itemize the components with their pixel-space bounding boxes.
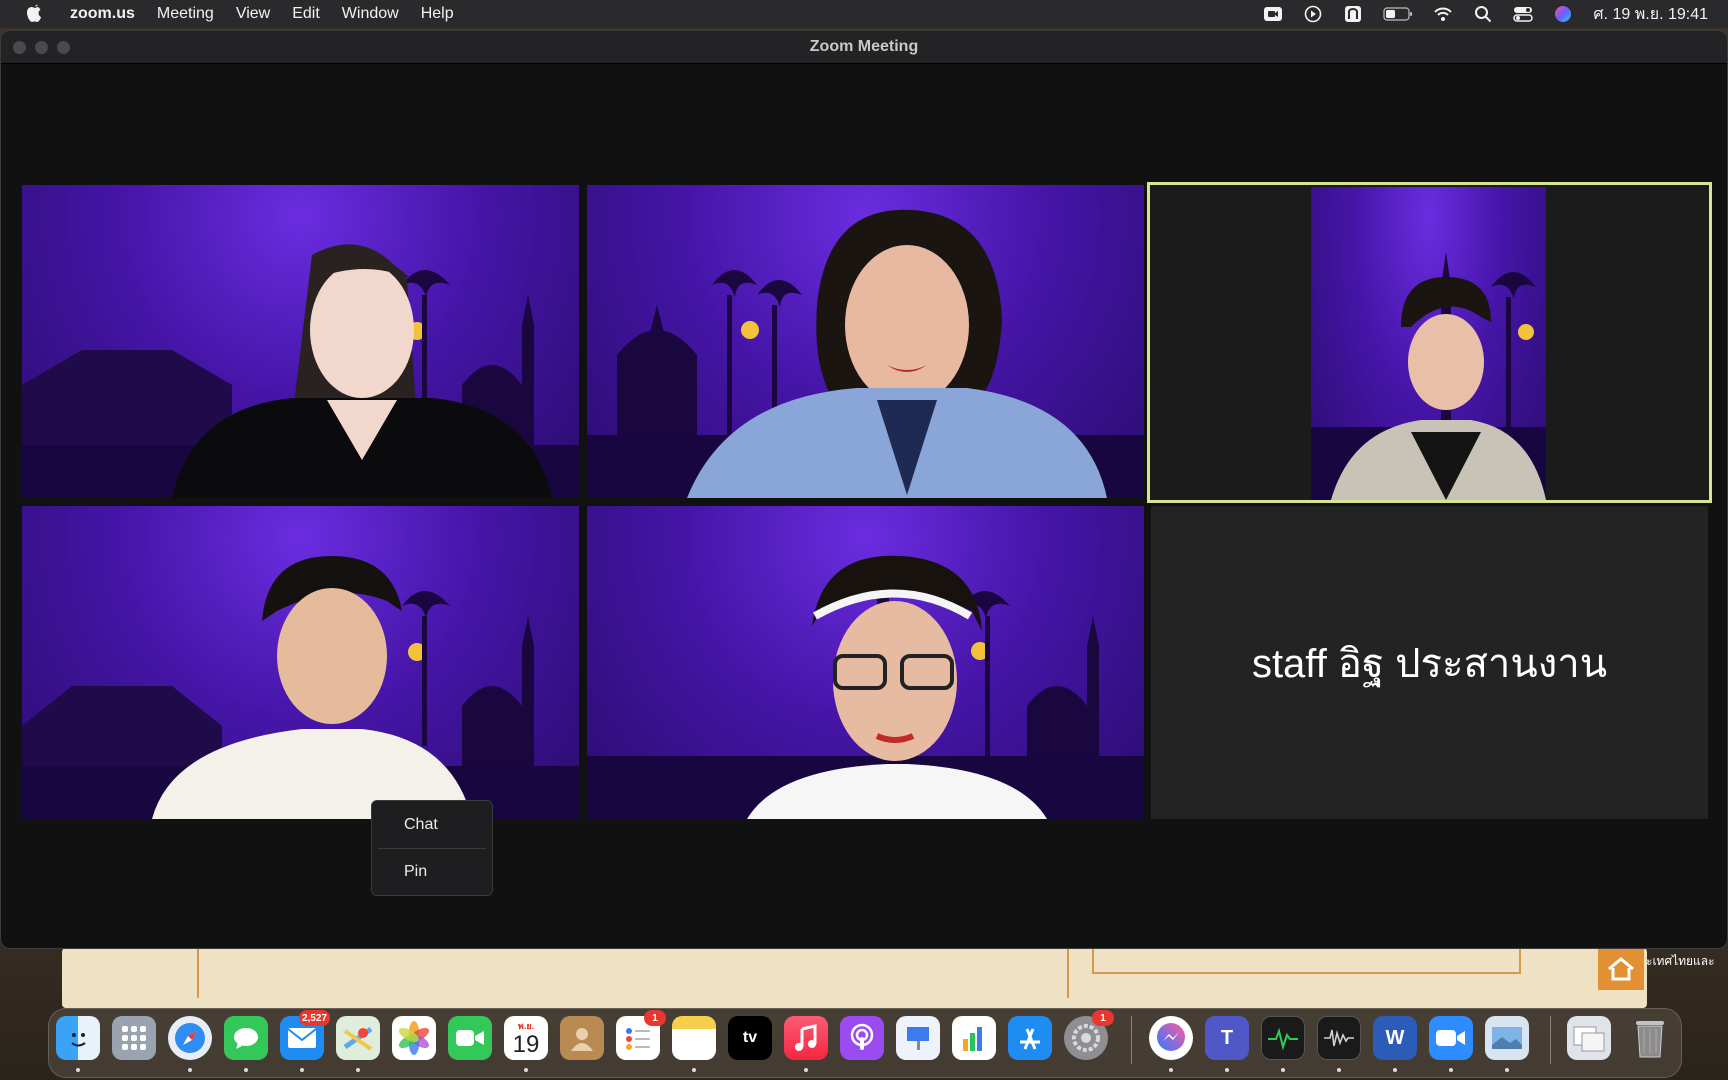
menu-edit[interactable]: Edit bbox=[292, 5, 320, 23]
calendar-icon[interactable]: พ.ย. 19 bbox=[504, 1016, 548, 1060]
calendar-day: 19 bbox=[512, 1031, 540, 1058]
messenger-icon[interactable] bbox=[1149, 1016, 1193, 1060]
active-speaker-border bbox=[1147, 182, 1712, 503]
system-preferences-icon[interactable]: 1 bbox=[1064, 1010, 1114, 1060]
background-partial-text: ะเทศไทยและ bbox=[1646, 954, 1715, 968]
messages-icon[interactable] bbox=[224, 1016, 268, 1060]
downloads-stack-icon[interactable] bbox=[1567, 1016, 1611, 1060]
mail-badge: 2,527 bbox=[298, 1010, 330, 1026]
app-store-icon[interactable] bbox=[1008, 1016, 1052, 1060]
siri-icon[interactable] bbox=[1553, 5, 1573, 23]
participant-video-off-tile[interactable]: staff อิฐ ประสานงาน bbox=[1151, 506, 1708, 819]
contacts-icon[interactable] bbox=[560, 1016, 604, 1060]
battery-icon[interactable] bbox=[1383, 5, 1413, 23]
zoom-camera-icon[interactable] bbox=[1263, 5, 1283, 23]
dock-separator bbox=[1131, 1016, 1132, 1064]
running-indicator bbox=[804, 1068, 808, 1072]
participant-video-tile-active[interactable] bbox=[1147, 182, 1712, 503]
teams-label: T bbox=[1220, 1026, 1234, 1049]
reminders-badge: 1 bbox=[644, 1010, 666, 1026]
participant-video-tile[interactable] bbox=[22, 185, 579, 498]
safari-icon[interactable] bbox=[168, 1016, 212, 1060]
launchpad-icon[interactable] bbox=[112, 1016, 156, 1060]
menu-bar: zoom.us Meeting View Edit Window Help ศ.… bbox=[0, 0, 1728, 28]
spotlight-search-icon[interactable] bbox=[1473, 5, 1493, 23]
wifi-icon[interactable] bbox=[1433, 5, 1453, 23]
word-label: W bbox=[1385, 1026, 1405, 1049]
participant-video-tile[interactable] bbox=[587, 506, 1144, 819]
app-menu-zoom[interactable]: zoom.us bbox=[70, 5, 135, 23]
menu-help[interactable]: Help bbox=[421, 5, 454, 23]
running-indicator bbox=[692, 1068, 696, 1072]
running-indicator bbox=[1225, 1068, 1229, 1072]
participant-woman-blue-blouse bbox=[687, 209, 1107, 498]
numbers-icon[interactable] bbox=[952, 1016, 996, 1060]
zoom-icon[interactable] bbox=[1429, 1016, 1473, 1060]
running-indicator bbox=[244, 1068, 248, 1072]
home-icon bbox=[1598, 948, 1644, 990]
menu-meeting[interactable]: Meeting bbox=[157, 5, 214, 23]
podcasts-icon[interactable] bbox=[840, 1016, 884, 1060]
participant-video-tile[interactable] bbox=[587, 185, 1144, 498]
menu-item-pin[interactable]: Pin bbox=[404, 863, 427, 881]
finder-icon[interactable] bbox=[56, 1016, 100, 1060]
menu-window[interactable]: Window bbox=[342, 5, 399, 23]
mail-icon[interactable]: 2,527 bbox=[280, 1010, 330, 1060]
running-indicator bbox=[1505, 1068, 1509, 1072]
keyboard-input-thai-icon[interactable] bbox=[1343, 5, 1363, 23]
running-indicator bbox=[300, 1068, 304, 1072]
window-title: Zoom Meeting bbox=[809, 38, 919, 55]
microsoft-word-icon[interactable]: W bbox=[1373, 1016, 1417, 1060]
participant-video-tile[interactable] bbox=[22, 506, 579, 819]
preview-icon[interactable] bbox=[1485, 1016, 1529, 1060]
voice-memos-icon[interactable] bbox=[1317, 1016, 1361, 1060]
notes-icon[interactable] bbox=[672, 1016, 716, 1060]
menu-view[interactable]: View bbox=[236, 5, 270, 23]
reminders-icon[interactable]: 1 bbox=[616, 1010, 666, 1060]
running-indicator bbox=[524, 1068, 528, 1072]
running-indicator bbox=[356, 1068, 360, 1072]
settings-badge: 1 bbox=[1092, 1010, 1114, 1026]
window-titlebar: Zoom Meeting bbox=[1, 31, 1727, 64]
participant-context-menu: Chat Pin bbox=[371, 800, 493, 896]
running-indicator bbox=[1169, 1068, 1173, 1072]
running-indicator bbox=[76, 1068, 80, 1072]
menu-item-chat[interactable]: Chat bbox=[404, 816, 438, 834]
dock-separator bbox=[1550, 1016, 1551, 1064]
keynote-icon[interactable] bbox=[896, 1016, 940, 1060]
running-indicator bbox=[1337, 1068, 1341, 1072]
control-center-icon[interactable] bbox=[1513, 5, 1534, 23]
participant-woman-black-dress bbox=[172, 244, 552, 498]
background-window bbox=[62, 948, 1647, 1008]
participant-woman-glasses bbox=[747, 555, 1047, 819]
running-indicator bbox=[1393, 1068, 1397, 1072]
tv-label: tv bbox=[742, 1029, 758, 1046]
running-indicator bbox=[188, 1068, 192, 1072]
menubar-clock[interactable]: ศ. 19 พ.ย. 19:41 bbox=[1593, 2, 1708, 27]
zoom-meeting-window: Zoom Meeting staff อิฐ ประสานงาน bbox=[0, 30, 1728, 949]
participant-name: staff อิฐ ประสานงาน bbox=[1251, 641, 1608, 686]
maps-icon[interactable] bbox=[336, 1016, 380, 1060]
facetime-icon[interactable] bbox=[448, 1016, 492, 1060]
apple-tv-icon[interactable]: tv bbox=[728, 1016, 772, 1060]
trash-icon[interactable] bbox=[1628, 1016, 1672, 1060]
participant-man-white-shirt bbox=[152, 556, 472, 819]
apple-logo-icon[interactable] bbox=[24, 3, 46, 25]
play-circle-icon[interactable] bbox=[1303, 5, 1323, 23]
running-indicator bbox=[1281, 1068, 1285, 1072]
running-indicator bbox=[1449, 1068, 1453, 1072]
teams-icon[interactable]: T bbox=[1205, 1016, 1249, 1060]
activity-monitor-icon[interactable] bbox=[1261, 1016, 1305, 1060]
music-icon[interactable] bbox=[784, 1016, 828, 1060]
photos-icon[interactable] bbox=[392, 1016, 436, 1060]
